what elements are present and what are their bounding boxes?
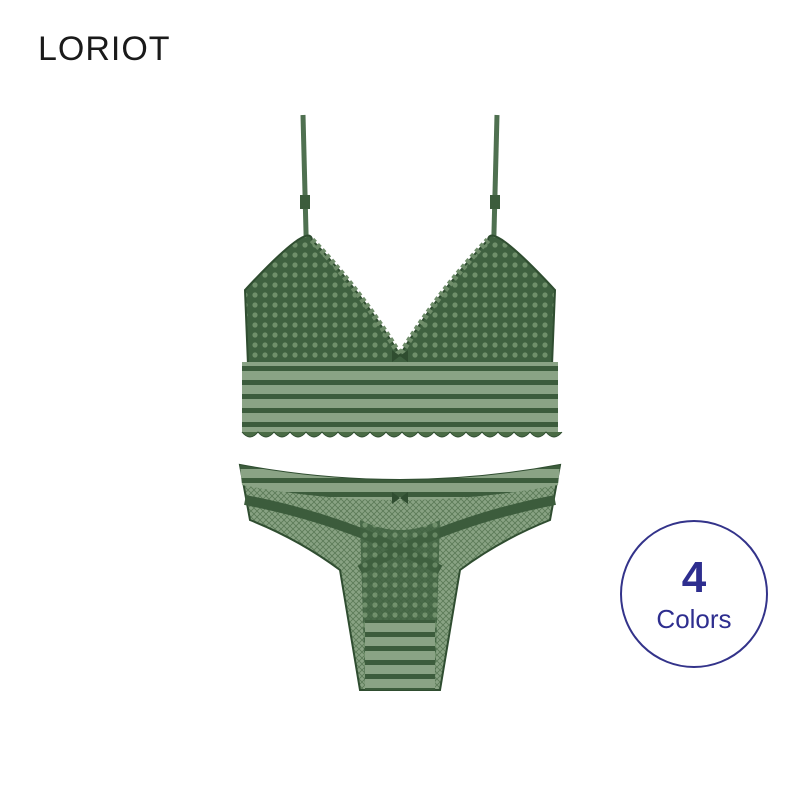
- bralette: [241, 234, 563, 438]
- briefs: [238, 463, 562, 691]
- color-count-badge: 4 Colors: [620, 520, 768, 668]
- brand-logo: LORIOT: [38, 30, 171, 68]
- color-count: 4: [681, 553, 707, 602]
- product-image: [238, 114, 563, 691]
- color-count-label: Colors: [656, 604, 732, 634]
